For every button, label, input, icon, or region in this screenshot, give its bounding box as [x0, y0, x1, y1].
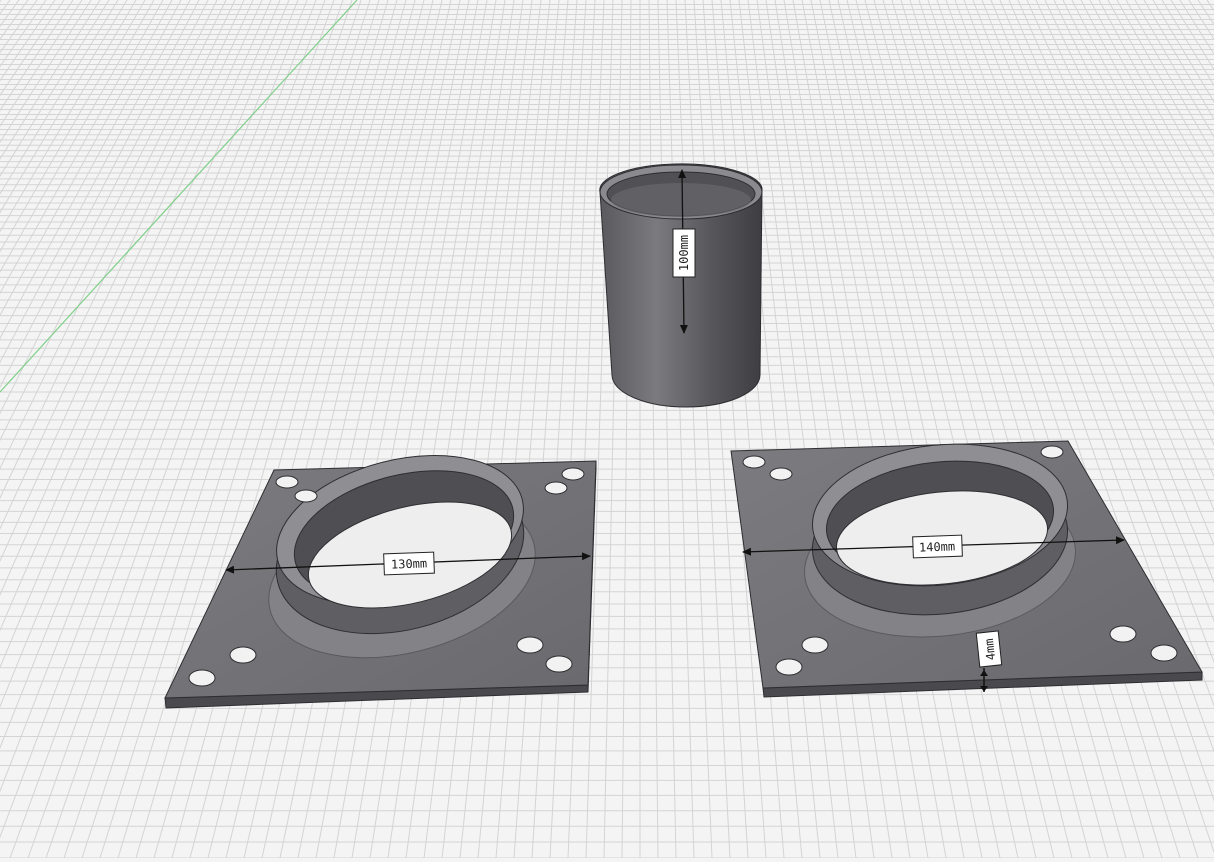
right-flange-diameter-label: 140mm	[919, 539, 956, 554]
bolt-hole	[769, 467, 793, 481]
bolt-hole	[275, 475, 299, 489]
3d-viewport[interactable]: 100mm 130mm 140mm 4mm	[0, 0, 1214, 859]
scene-canvas[interactable]: 100mm 130mm 140mm 4mm	[0, 0, 1214, 859]
bolt-hole	[545, 655, 573, 673]
bolt-hole	[561, 467, 585, 481]
bolt-hole	[1109, 625, 1137, 643]
tube-height-label: 100mm	[677, 235, 691, 271]
left-flange-diameter-label: 130mm	[391, 556, 428, 571]
bolt-hole	[775, 658, 803, 676]
plate-thickness-label: 4mm	[982, 638, 998, 661]
bolt-hole	[742, 455, 766, 469]
bolt-hole	[294, 489, 318, 503]
bolt-hole	[229, 646, 257, 664]
bolt-hole	[801, 636, 829, 654]
bolt-hole	[1040, 445, 1064, 459]
bolt-hole	[1150, 644, 1178, 662]
tube-model[interactable]	[599, 163, 763, 408]
bolt-hole	[188, 669, 216, 687]
bolt-hole	[544, 481, 568, 495]
bolt-hole	[516, 636, 544, 654]
